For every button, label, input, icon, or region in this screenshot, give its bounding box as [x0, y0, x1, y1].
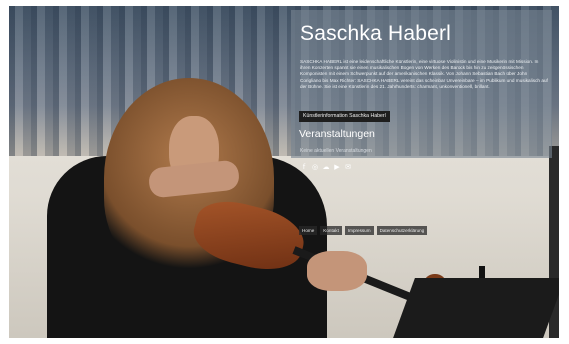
footer-nav: Home Kontakt Impressum Datenschutzerklär… [299, 226, 428, 235]
footer-link-home[interactable]: Home [299, 226, 318, 235]
artist-info-button[interactable]: Künstlerinformation Saschka Haberl [299, 111, 390, 122]
no-events-text: Keine aktuellen Veranstaltungen [300, 148, 372, 154]
artist-bio: SASCHKA HABERL ist eine leidenschaftlich… [300, 59, 548, 89]
music-stand [393, 278, 559, 338]
page-title: Saschka Haberl [300, 22, 452, 45]
footer-link-contact[interactable]: Kontakt [320, 226, 342, 235]
instagram-icon[interactable]: ◎ [311, 163, 319, 171]
footer-link-privacy[interactable]: Datenschutzerklärung [376, 226, 428, 235]
social-links: f ◎ ☁ ▶ ✉ [300, 163, 352, 171]
email-icon[interactable]: ✉ [344, 163, 352, 171]
violinist-hand [307, 251, 367, 291]
footer-link-imprint[interactable]: Impressum [344, 226, 374, 235]
events-heading: Veranstaltungen [299, 128, 375, 140]
soundcloud-icon[interactable]: ☁ [322, 163, 330, 171]
facebook-icon[interactable]: f [300, 163, 308, 171]
youtube-icon[interactable]: ▶ [333, 163, 341, 171]
